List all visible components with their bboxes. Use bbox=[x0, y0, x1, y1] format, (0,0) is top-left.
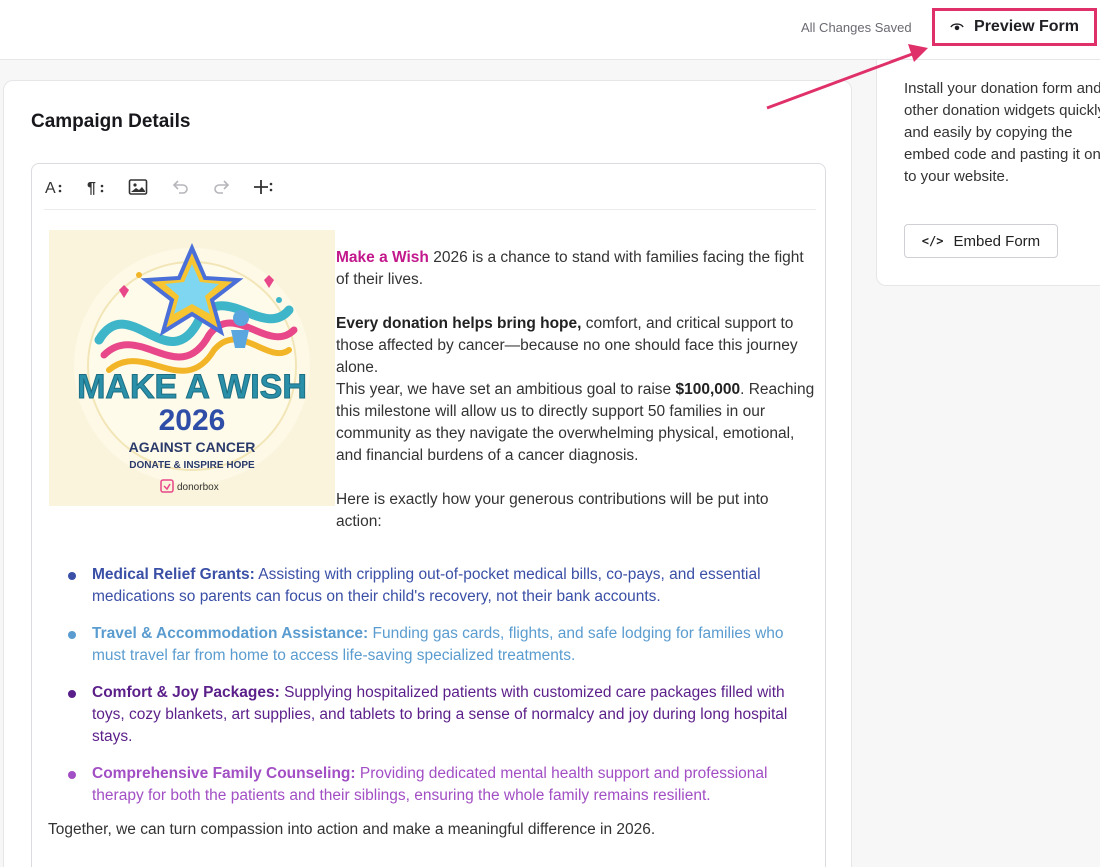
text-format-icon[interactable]: A bbox=[44, 177, 64, 197]
image-icon[interactable] bbox=[128, 177, 148, 197]
save-status: All Changes Saved bbox=[801, 20, 912, 35]
paragraph-icon[interactable]: ¶ bbox=[86, 177, 106, 197]
eye-icon bbox=[950, 23, 964, 31]
redo-icon[interactable] bbox=[212, 177, 232, 197]
goal-start: This year, we have set an ambitious goal… bbox=[336, 381, 676, 398]
embed-form-button[interactable]: </> Embed Form bbox=[904, 224, 1058, 258]
list-item: Comfort & Joy Packages: Supplying hospit… bbox=[68, 682, 812, 748]
logo-line-1: MAKE A WISH bbox=[77, 368, 307, 406]
intro-paragraph: Make a Wish 2026 is a chance to stand wi… bbox=[336, 247, 816, 291]
campaign-image[interactable]: MAKE A WISH 2026 AGAINST CANCER DONATE &… bbox=[49, 230, 335, 506]
top-bar: All Changes Saved Preview Form bbox=[0, 0, 1100, 60]
embed-form-label: Embed Form bbox=[953, 232, 1041, 250]
editor-toolbar: A ¶ bbox=[44, 164, 816, 210]
code-icon: </> bbox=[921, 234, 944, 248]
goal-paragraph: This year, we have set an ambitious goal… bbox=[336, 379, 816, 467]
undo-icon[interactable] bbox=[170, 177, 190, 197]
embed-panel: Install your donation form and other don… bbox=[876, 60, 1100, 286]
logo-line-3: AGAINST CANCER bbox=[129, 439, 256, 455]
contribution-list: Medical Relief Grants: Assisting with cr… bbox=[68, 564, 812, 822]
svg-text:¶: ¶ bbox=[87, 180, 96, 197]
insert-icon[interactable] bbox=[254, 177, 274, 197]
campaign-description[interactable]: Make a Wish 2026 is a chance to stand wi… bbox=[336, 247, 816, 555]
rich-text-editor[interactable]: A ¶ MAKE A WISH 2026 AGAINST CANCER DONA… bbox=[31, 163, 826, 867]
hope-paragraph: Every donation helps bring hope, comfort… bbox=[336, 313, 816, 379]
card-title: Campaign Details bbox=[31, 111, 191, 132]
closing-paragraph: Together, we can turn compassion into ac… bbox=[48, 821, 656, 838]
brand-name: Make a Wish bbox=[336, 249, 429, 266]
list-item: Medical Relief Grants: Assisting with cr… bbox=[68, 564, 812, 608]
make-a-wish-logo: MAKE A WISH 2026 AGAINST CANCER DONATE &… bbox=[49, 230, 335, 506]
action-paragraph: Here is exactly how your generous contri… bbox=[336, 491, 769, 530]
embed-description: Install your donation form and other don… bbox=[904, 80, 1100, 185]
campaign-details-card: Campaign Details A ¶ MAKE A WISH 2026 AG… bbox=[3, 80, 852, 867]
logo-line-2: 2026 bbox=[159, 404, 226, 437]
goal-amount: $100,000 bbox=[675, 381, 741, 398]
preview-form-button[interactable]: Preview Form bbox=[932, 8, 1097, 46]
list-item: Travel & Accommodation Assistance: Fundi… bbox=[68, 623, 812, 667]
preview-form-label: Preview Form bbox=[974, 18, 1079, 35]
donorbox-brand: donorbox bbox=[177, 482, 219, 493]
svg-text:A: A bbox=[45, 180, 56, 197]
logo-line-4: DONATE & INSPIRE HOPE bbox=[129, 460, 255, 471]
hope-bold: Every donation helps bring hope, bbox=[336, 315, 582, 332]
list-item: Comprehensive Family Counseling: Providi… bbox=[68, 763, 812, 807]
